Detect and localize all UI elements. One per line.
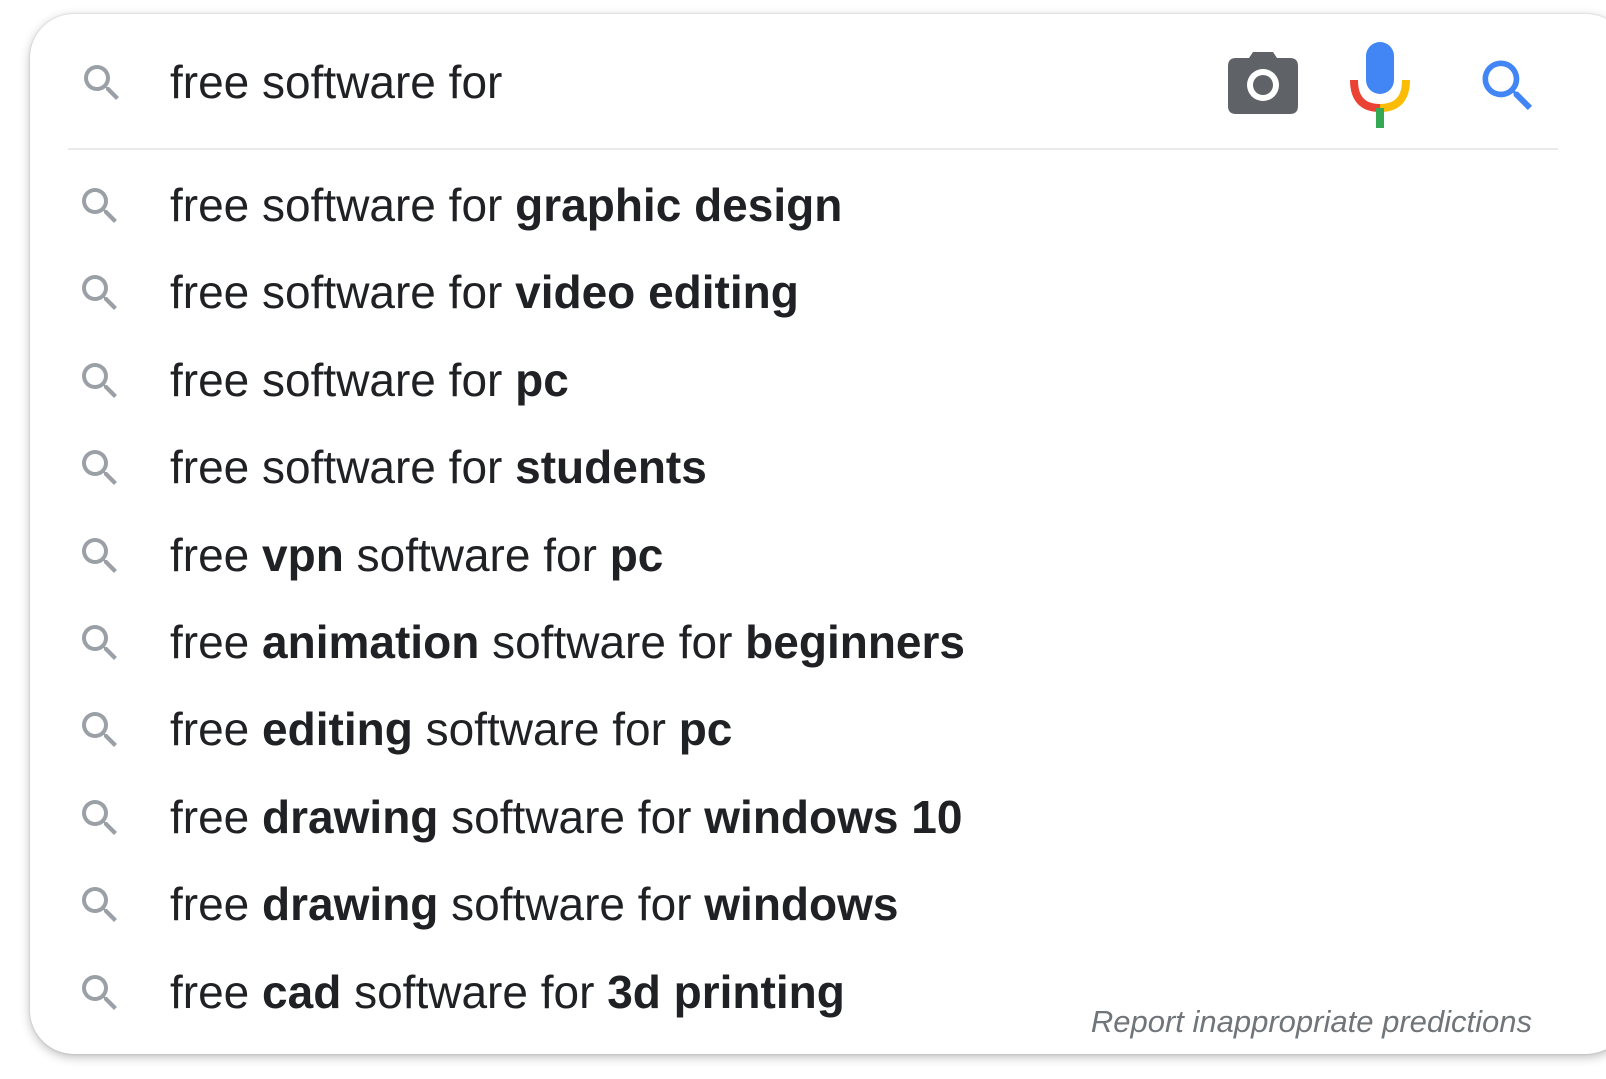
suggestion-completion: beginners [745, 615, 965, 668]
suggestion-query-part: software for [438, 790, 705, 843]
search-icon [82, 712, 117, 748]
suggestion-completion: pc [609, 528, 664, 581]
search-icon [82, 188, 117, 223]
suggestion-completion: students [515, 441, 707, 494]
search-autocomplete-panel: free software for graphic designfree sof… [30, 14, 1606, 1054]
search-icon [82, 624, 117, 660]
suggestion-completion: drawing [262, 878, 439, 931]
suggestion-text: free software for graphic design [170, 178, 842, 232]
suggestion-completion: 3d printing [607, 965, 845, 1018]
search-icon [82, 275, 117, 311]
search-icon [82, 537, 117, 573]
suggestion-completion: windows 10 [704, 790, 963, 843]
suggestion-completion: drawing [262, 790, 439, 843]
suggestion-text: free cad software for 3d printing [170, 965, 845, 1019]
camera-icon[interactable] [1228, 52, 1298, 114]
suggestion-text: free editing software for pc [170, 702, 732, 756]
search-submit-icon[interactable] [1474, 52, 1542, 120]
search-bar [30, 14, 1606, 150]
suggestion-completion: pc [678, 703, 733, 756]
search-divider [68, 148, 1558, 150]
suggestion-query-part: free [170, 615, 263, 668]
suggestion-item[interactable]: free vpn software for pc [30, 512, 1606, 599]
suggestion-item[interactable]: free software for graphic design [30, 162, 1606, 249]
search-icon [82, 887, 117, 923]
suggestion-query-part: free [170, 528, 263, 581]
suggestion-query-part: free [170, 703, 263, 756]
microphone-icon[interactable] [1348, 42, 1412, 132]
suggestion-completion: animation [262, 615, 480, 668]
suggestion-query-part: free software for [170, 353, 516, 406]
suggestion-item[interactable]: free software for video editing [30, 249, 1606, 336]
suggestion-text: free animation software for beginners [170, 615, 965, 669]
suggestion-item[interactable]: free software for pc [30, 337, 1606, 424]
suggestion-item[interactable]: free editing software for pc [30, 686, 1606, 773]
suggestion-text: free vpn software for pc [170, 528, 663, 582]
suggestion-query-part: software for [412, 703, 679, 756]
suggestion-query-part: free software for [170, 179, 516, 231]
suggestion-item[interactable]: free software for students [30, 424, 1606, 511]
suggestion-item[interactable]: free drawing software for windows [30, 861, 1606, 948]
search-icon [82, 799, 117, 835]
suggestion-text: free software for students [170, 440, 707, 494]
suggestion-text: free software for pc [170, 353, 569, 407]
suggestion-item[interactable]: free drawing software for windows 10 [30, 774, 1606, 861]
suggestion-completion: graphic design [515, 179, 843, 231]
suggestion-text: free software for video editing [170, 265, 799, 319]
report-predictions-link[interactable]: Report inappropriate predictions [1091, 1004, 1532, 1040]
suggestion-query-part: free software for [170, 441, 516, 494]
suggestion-completion: cad [262, 965, 342, 1018]
suggestion-text: free drawing software for windows 10 [170, 790, 962, 844]
suggestion-query-part: software for [479, 615, 746, 668]
search-icon [82, 450, 117, 486]
suggestion-query-part: free [170, 790, 263, 843]
search-icon [82, 362, 117, 398]
suggestion-completion: windows [704, 878, 899, 931]
search-icon [84, 65, 119, 100]
suggestion-item[interactable]: free animation software for beginners [30, 599, 1606, 686]
suggestion-completion: pc [515, 353, 569, 406]
suggestion-list: free software for graphic design free sof… [30, 162, 1606, 1036]
suggestion-completion: video editing [515, 266, 799, 319]
suggestion-query-part: software for [438, 878, 705, 931]
suggestion-query-part: software for [341, 965, 608, 1018]
suggestion-text: free drawing software for windows [170, 877, 899, 931]
search-input[interactable] [170, 52, 1170, 112]
suggestion-query-part: free [170, 965, 263, 1018]
suggestion-query-part: software for [343, 528, 610, 581]
search-icon [82, 974, 117, 1010]
suggestion-completion: editing [262, 703, 413, 756]
suggestion-query-part: free software for [170, 266, 516, 319]
suggestion-query-part: free [170, 878, 263, 931]
suggestion-completion: vpn [262, 528, 344, 581]
